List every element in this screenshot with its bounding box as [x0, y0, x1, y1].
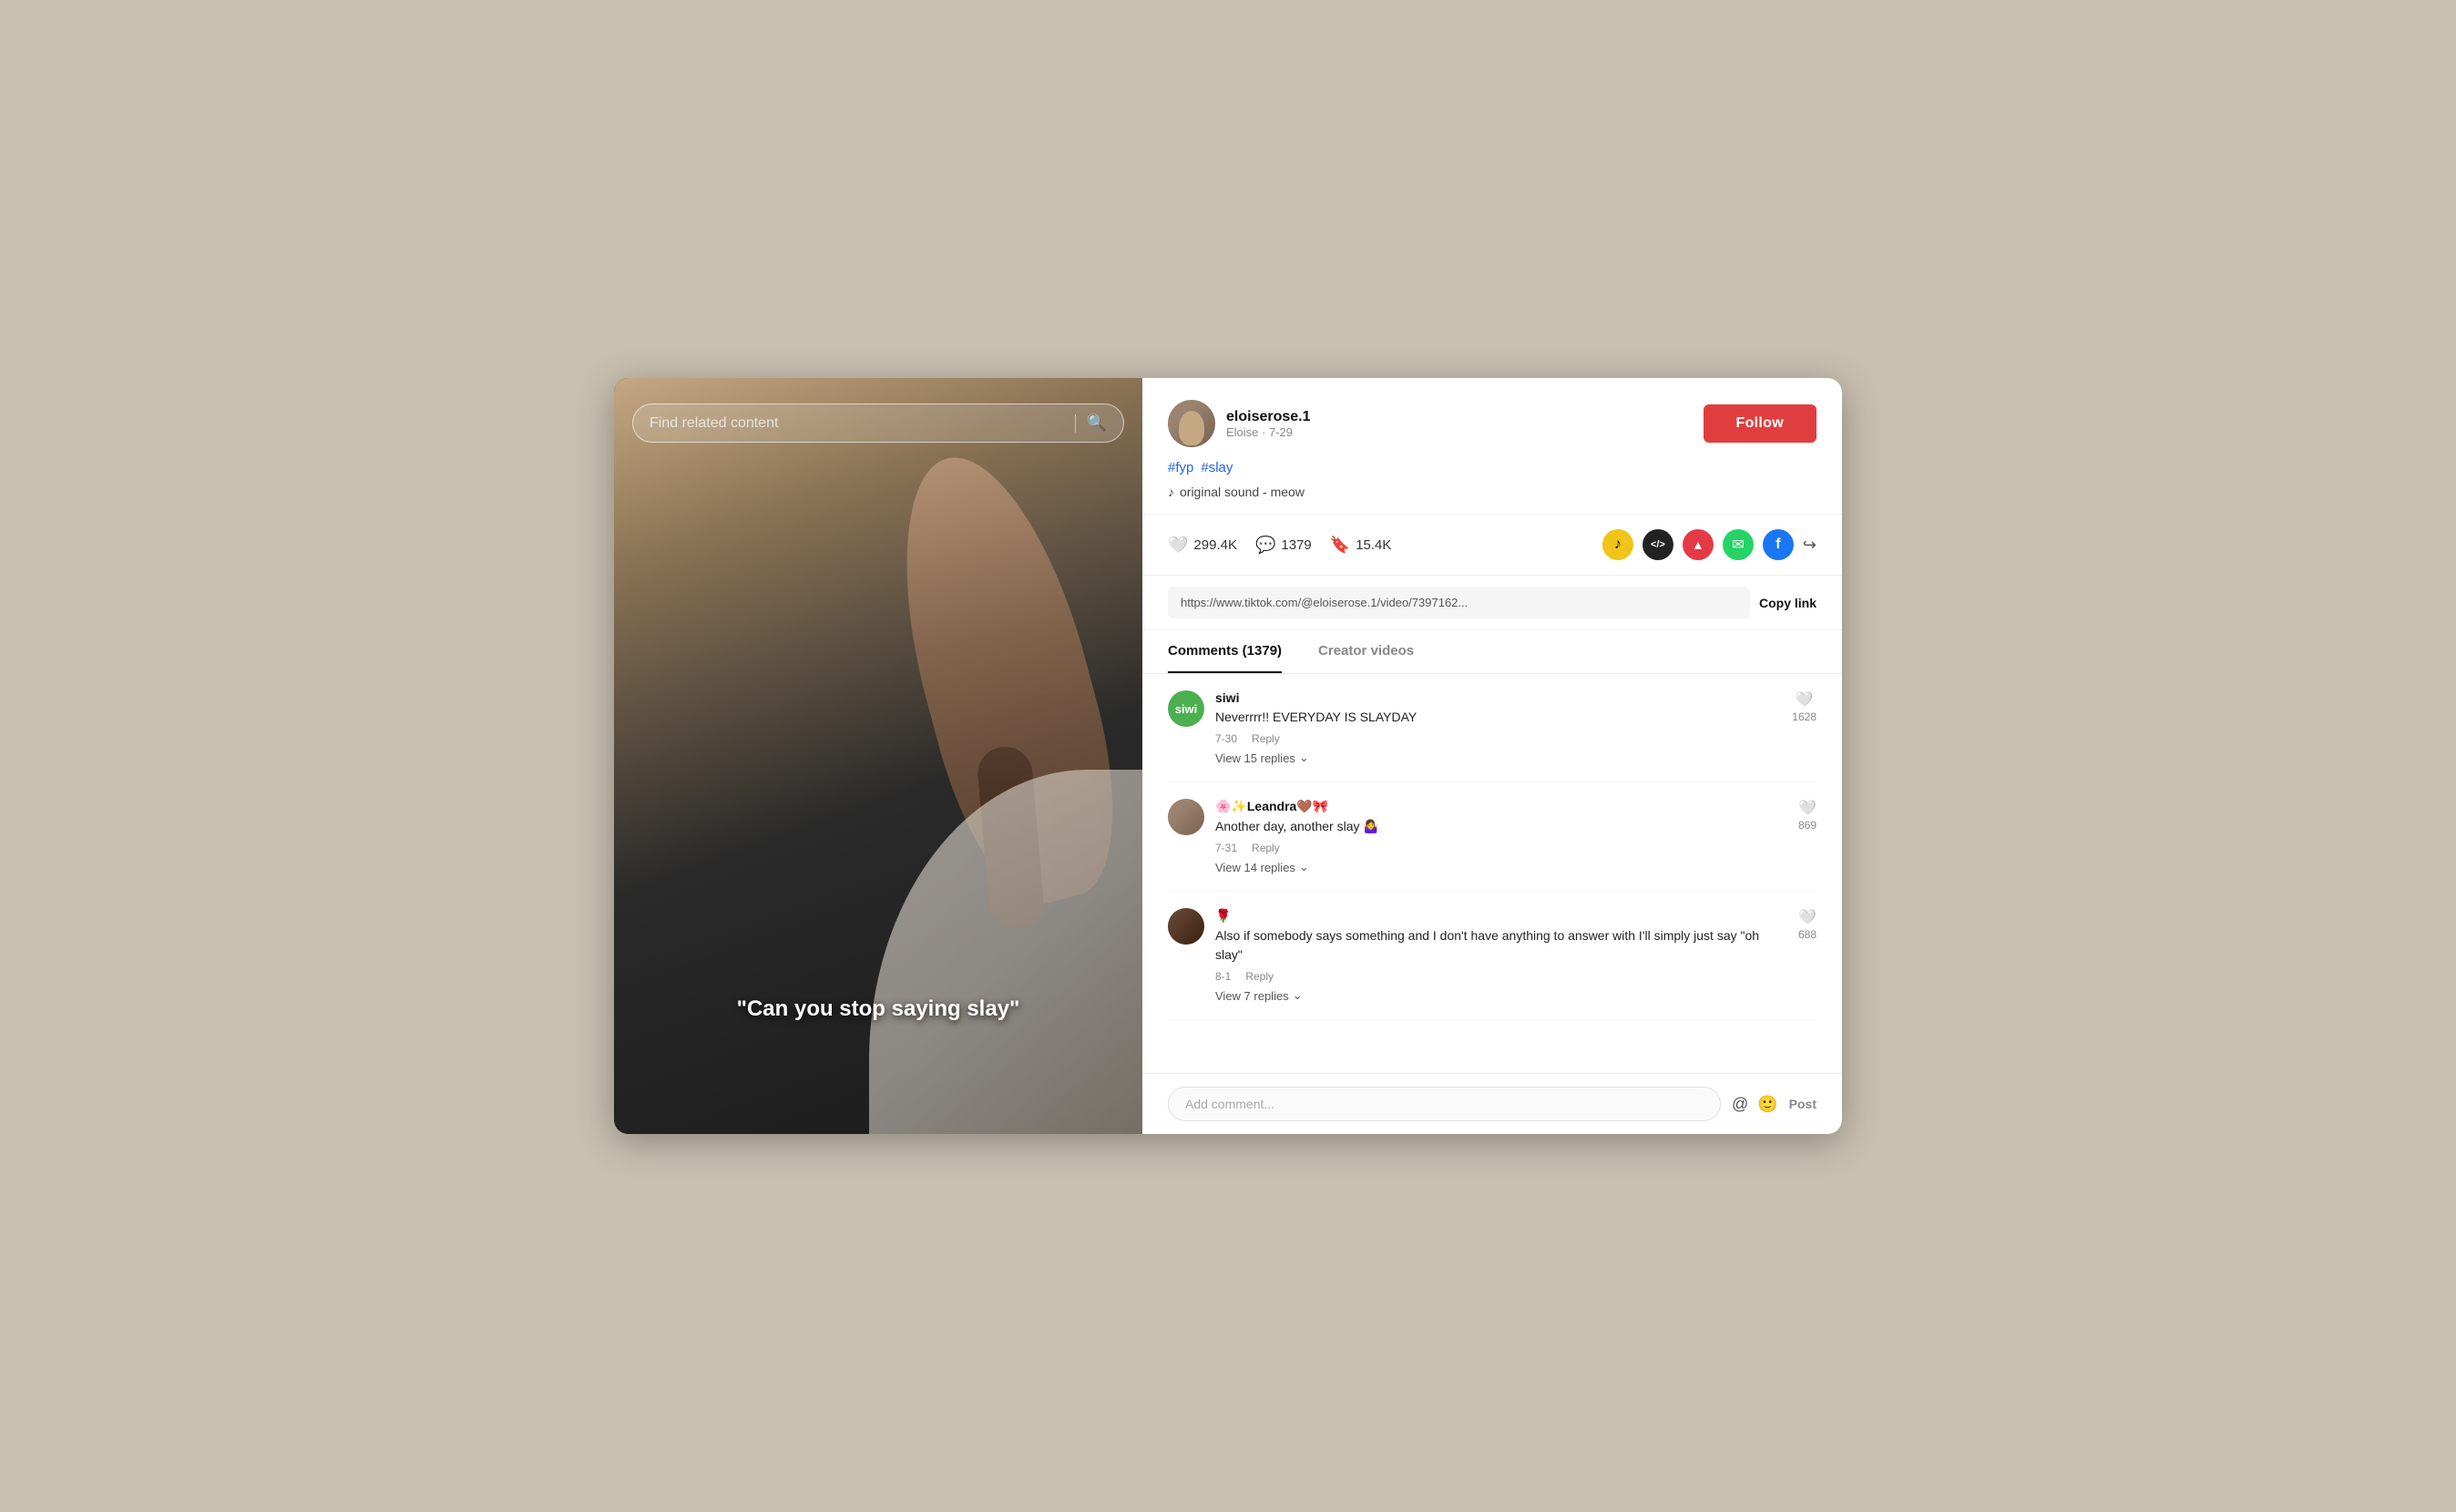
video-panel: 🔍 "Can you stop saying slay" [614, 378, 1142, 1134]
bookmarks-count: 15.4K [1356, 537, 1391, 553]
comments-section: siwi siwi Neverrrr!! EVERYDAY IS SLAYDAY… [1142, 674, 1842, 1073]
like-icon[interactable]: 🤍 [1796, 690, 1814, 709]
reply-button[interactable]: Reply [1252, 732, 1280, 745]
like-icon[interactable]: 🤍 [1798, 799, 1816, 817]
tab-creator-videos[interactable]: Creator videos [1318, 630, 1414, 673]
whatsapp-icon[interactable]: ✉ [1723, 529, 1754, 560]
more-share-icon[interactable]: ↪ [1803, 536, 1816, 555]
profile-section: eloiserose.1 Eloise · 7-29 Follow #fyp #… [1142, 378, 1842, 515]
comment-like: 🤍 1628 [1792, 690, 1816, 765]
sound-info: ♪ original sound - meow [1168, 485, 1816, 499]
like-count: 869 [1798, 819, 1816, 832]
comment-item: siwi siwi Neverrrr!! EVERYDAY IS SLAYDAY… [1168, 674, 1816, 782]
reply-button[interactable]: Reply [1252, 842, 1280, 854]
search-container: 🔍 [632, 404, 1124, 443]
hashtags: #fyp #slay [1168, 460, 1816, 475]
comment-username: siwi [1215, 690, 1781, 705]
link-section: https://www.tiktok.com/@eloiserose.1/vid… [1142, 576, 1842, 630]
comment-item: 🌸✨Leandra🤎🎀 Another day, another slay 🤷‍… [1168, 782, 1816, 892]
comment-username: 🌹 [1215, 908, 1787, 924]
comment-date: 7-30 [1215, 732, 1237, 745]
emoji-icon[interactable]: 🙂 [1757, 1095, 1777, 1114]
comment-meta: 8-1 Reply [1215, 970, 1787, 983]
share-tiktok-icon[interactable]: ♪ [1602, 529, 1633, 560]
comment-text: Also if somebody says something and I do… [1215, 926, 1787, 965]
comment-avatar [1168, 908, 1204, 945]
like-count: 1628 [1792, 710, 1816, 723]
post-comment-button[interactable]: Post [1789, 1097, 1816, 1111]
facebook-icon[interactable]: f [1763, 529, 1794, 560]
share-icon-red[interactable]: ▲ [1683, 529, 1714, 560]
comment-body: siwi Neverrrr!! EVERYDAY IS SLAYDAY 7-30… [1215, 690, 1781, 765]
comment-stat-icon: 💬 [1255, 536, 1275, 555]
video-caption: "Can you stop saying slay" [614, 994, 1142, 1025]
comment-date: 7-31 [1215, 842, 1237, 854]
search-input[interactable] [650, 415, 1064, 432]
bookmark-stat-icon: 🔖 [1330, 536, 1350, 555]
comment-body: 🌸✨Leandra🤎🎀 Another day, another slay 🤷‍… [1215, 799, 1787, 874]
follow-button[interactable]: Follow [1704, 404, 1816, 443]
right-panel: eloiserose.1 Eloise · 7-29 Follow #fyp #… [1142, 378, 1842, 1134]
like-icon[interactable]: 🤍 [1798, 908, 1816, 926]
comment-meta: 7-30 Reply [1215, 732, 1781, 745]
comment-actions: @ 🙂 [1732, 1095, 1778, 1114]
tabs-section: Comments (1379) Creator videos [1142, 630, 1842, 674]
comment-avatar [1168, 799, 1204, 835]
embed-icon[interactable]: </> [1642, 529, 1673, 560]
comment-text: Another day, another slay 🤷‍♀️ [1215, 817, 1787, 836]
bookmarks-stat: 🔖 15.4K [1330, 536, 1392, 555]
hashtag-slay[interactable]: #slay [1201, 460, 1233, 475]
view-replies-button[interactable]: View 14 replies ⌄ [1215, 860, 1309, 874]
share-icons: ♪ </> ▲ ✉ f ↪ [1602, 529, 1816, 560]
copy-link-button[interactable]: Copy link [1759, 596, 1816, 610]
tab-comments[interactable]: Comments (1379) [1168, 630, 1282, 673]
comment-username: 🌸✨Leandra🤎🎀 [1215, 799, 1787, 814]
search-divider [1075, 414, 1076, 433]
likes-count: 299.4K [1193, 537, 1237, 553]
search-bar: 🔍 [632, 404, 1124, 443]
display-name: Eloise · 7-29 [1226, 425, 1311, 439]
comment-text: Neverrrr!! EVERYDAY IS SLAYDAY [1215, 708, 1781, 727]
reply-button[interactable]: Reply [1245, 970, 1274, 983]
stats-row: 🤍 299.4K 💬 1379 🔖 15.4K [1168, 536, 1391, 555]
search-icon-button[interactable]: 🔍 [1087, 414, 1107, 433]
music-icon: ♪ [1168, 485, 1174, 499]
view-replies-button[interactable]: View 15 replies ⌄ [1215, 751, 1309, 765]
comment-item: 🌹 Also if somebody says something and I … [1168, 892, 1816, 1020]
add-comment-input[interactable] [1168, 1087, 1721, 1121]
comment-body: 🌹 Also if somebody says something and I … [1215, 908, 1787, 1003]
comment-like: 🤍 688 [1798, 908, 1816, 1003]
likes-stat: 🤍 299.4K [1168, 536, 1237, 555]
profile-header: eloiserose.1 Eloise · 7-29 Follow [1168, 400, 1816, 447]
view-replies-button[interactable]: View 7 replies ⌄ [1215, 988, 1303, 1003]
hashtag-fyp[interactable]: #fyp [1168, 460, 1193, 475]
username: eloiserose.1 [1226, 409, 1311, 425]
add-comment-section: @ 🙂 Post [1142, 1073, 1842, 1134]
profile-left: eloiserose.1 Eloise · 7-29 [1168, 400, 1311, 447]
avatar-image [1168, 400, 1215, 447]
comment-avatar: siwi [1168, 690, 1204, 727]
heart-stat-icon: 🤍 [1168, 536, 1188, 555]
link-url: https://www.tiktok.com/@eloiserose.1/vid… [1168, 587, 1750, 618]
comments-stat: 💬 1379 [1255, 536, 1312, 555]
stats-share-section: 🤍 299.4K 💬 1379 🔖 15.4K ♪ </> [1142, 515, 1842, 576]
avatar [1168, 400, 1215, 447]
comment-date: 8-1 [1215, 970, 1231, 983]
comment-like: 🤍 869 [1798, 799, 1816, 874]
avatar-silhouette [1179, 411, 1204, 445]
comments-count: 1379 [1281, 537, 1311, 553]
like-count: 688 [1798, 928, 1816, 941]
profile-info: eloiserose.1 Eloise · 7-29 [1226, 409, 1311, 439]
comment-meta: 7-31 Reply [1215, 842, 1787, 854]
at-mention-icon[interactable]: @ [1732, 1095, 1748, 1114]
sound-text: original sound - meow [1180, 485, 1305, 499]
